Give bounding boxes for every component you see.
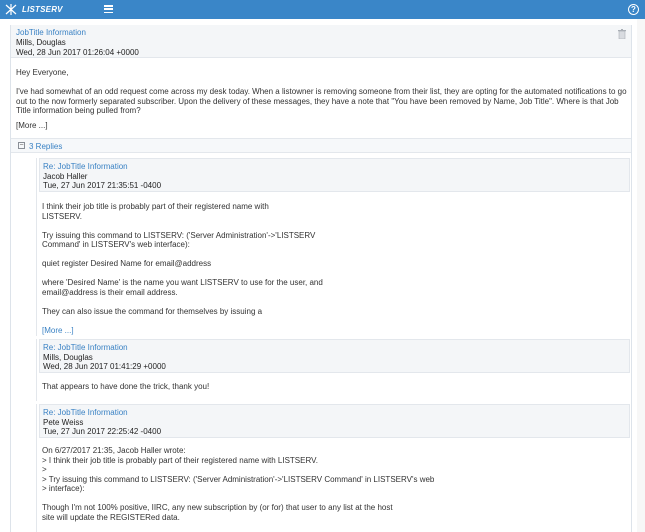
reply-item: Re: JobTitle Information Mills, Douglas …	[36, 339, 631, 401]
reply-date: Tue, 27 Jun 2017 22:25:42 -0400	[43, 427, 162, 436]
reply-subject-link[interactable]: Re: JobTitle Information	[43, 162, 626, 172]
reply-body: On 6/27/2017 21:35, Jacob Haller wrote: …	[42, 446, 434, 522]
reply-line: LISTSERV.	[42, 211, 83, 221]
message-greeting: Hey Everyone,	[16, 68, 69, 77]
message-author: Mills, Douglas	[16, 38, 66, 47]
help-icon[interactable]: ?	[628, 4, 639, 15]
reply-line: > I think their job title is probably pa…	[42, 455, 318, 465]
reply-line: email@address is their email address.	[42, 287, 178, 297]
reply-line: quiet register Desired Name for email@ad…	[42, 259, 212, 268]
reply-subject-link[interactable]: Re: JobTitle Information	[43, 408, 626, 418]
message-header: JobTitle Information Mills, Douglas Wed,…	[11, 25, 631, 58]
reply-author: Pete Weiss	[43, 417, 84, 427]
reply-date: Tue, 27 Jun 2017 21:35:51 -0400	[43, 181, 162, 190]
reply-author: Jacob Haller	[43, 171, 88, 181]
more-link[interactable]: [More ...]	[42, 326, 323, 336]
more-link[interactable]: [More ...]	[16, 121, 48, 131]
collapse-icon[interactable]: −	[18, 142, 25, 149]
message-date: Wed, 28 Jun 2017 01:26:04 +0000	[16, 48, 139, 57]
reply-header: Re: JobTitle Information Pete Weiss Tue,…	[39, 404, 630, 438]
listserv-logo-icon[interactable]	[5, 4, 17, 15]
reply-line: I think their job title is probably part…	[42, 202, 269, 211]
reply-line: Though I'm not 100% positive, IIRC, any …	[42, 503, 393, 512]
top-bar: LISTSERV ?	[0, 0, 645, 19]
hamburger-menu-icon[interactable]	[104, 5, 113, 14]
replies-count-link[interactable]: 3 Replies	[29, 142, 62, 151]
reply-item: Re: JobTitle Information Pete Weiss Tue,…	[36, 404, 631, 532]
message-panel: JobTitle Information Mills, Douglas Wed,…	[10, 25, 632, 532]
reply-line: > interface):	[42, 484, 85, 493]
reply-line: > Try issuing this command to LISTSERV: …	[42, 474, 435, 484]
delete-icon[interactable]	[618, 29, 626, 39]
reply-date: Wed, 28 Jun 2017 01:41:29 +0000	[43, 362, 166, 371]
replies-toggle-bar[interactable]: − 3 Replies	[11, 138, 631, 153]
reply-line: Try issuing this command to LISTSERV: ('…	[42, 230, 316, 240]
reply-line: That appears to have done the trick, tha…	[42, 382, 210, 391]
scrollbar[interactable]	[637, 19, 645, 532]
reply-line: >	[42, 465, 47, 474]
reply-line: On 6/27/2017 21:35, Jacob Haller wrote:	[42, 446, 186, 455]
reply-author: Mills, Douglas	[43, 352, 93, 362]
message-subject-link[interactable]: JobTitle Information	[16, 28, 626, 38]
reply-line: Command' in LISTSERV's web interface):	[42, 240, 190, 249]
reply-body: I think their job title is probably part…	[42, 202, 323, 336]
message-body: I've had somewhat of an odd request come…	[16, 87, 627, 115]
reply-subject-link[interactable]: Re: JobTitle Information	[43, 343, 626, 353]
brand-name[interactable]: LISTSERV	[22, 5, 63, 14]
reply-line: site will update the REGISTERed data.	[42, 512, 180, 522]
reply-header: Re: JobTitle Information Mills, Douglas …	[39, 339, 630, 373]
reply-line: They can also issue the command for them…	[42, 306, 263, 316]
reply-header: Re: JobTitle Information Jacob Haller Tu…	[39, 158, 630, 192]
reply-body: That appears to have done the trick, tha…	[42, 382, 209, 392]
reply-line: where 'Desired Name' is the name you wan…	[42, 278, 323, 287]
reply-item: Re: JobTitle Information Jacob Haller Tu…	[36, 158, 631, 336]
